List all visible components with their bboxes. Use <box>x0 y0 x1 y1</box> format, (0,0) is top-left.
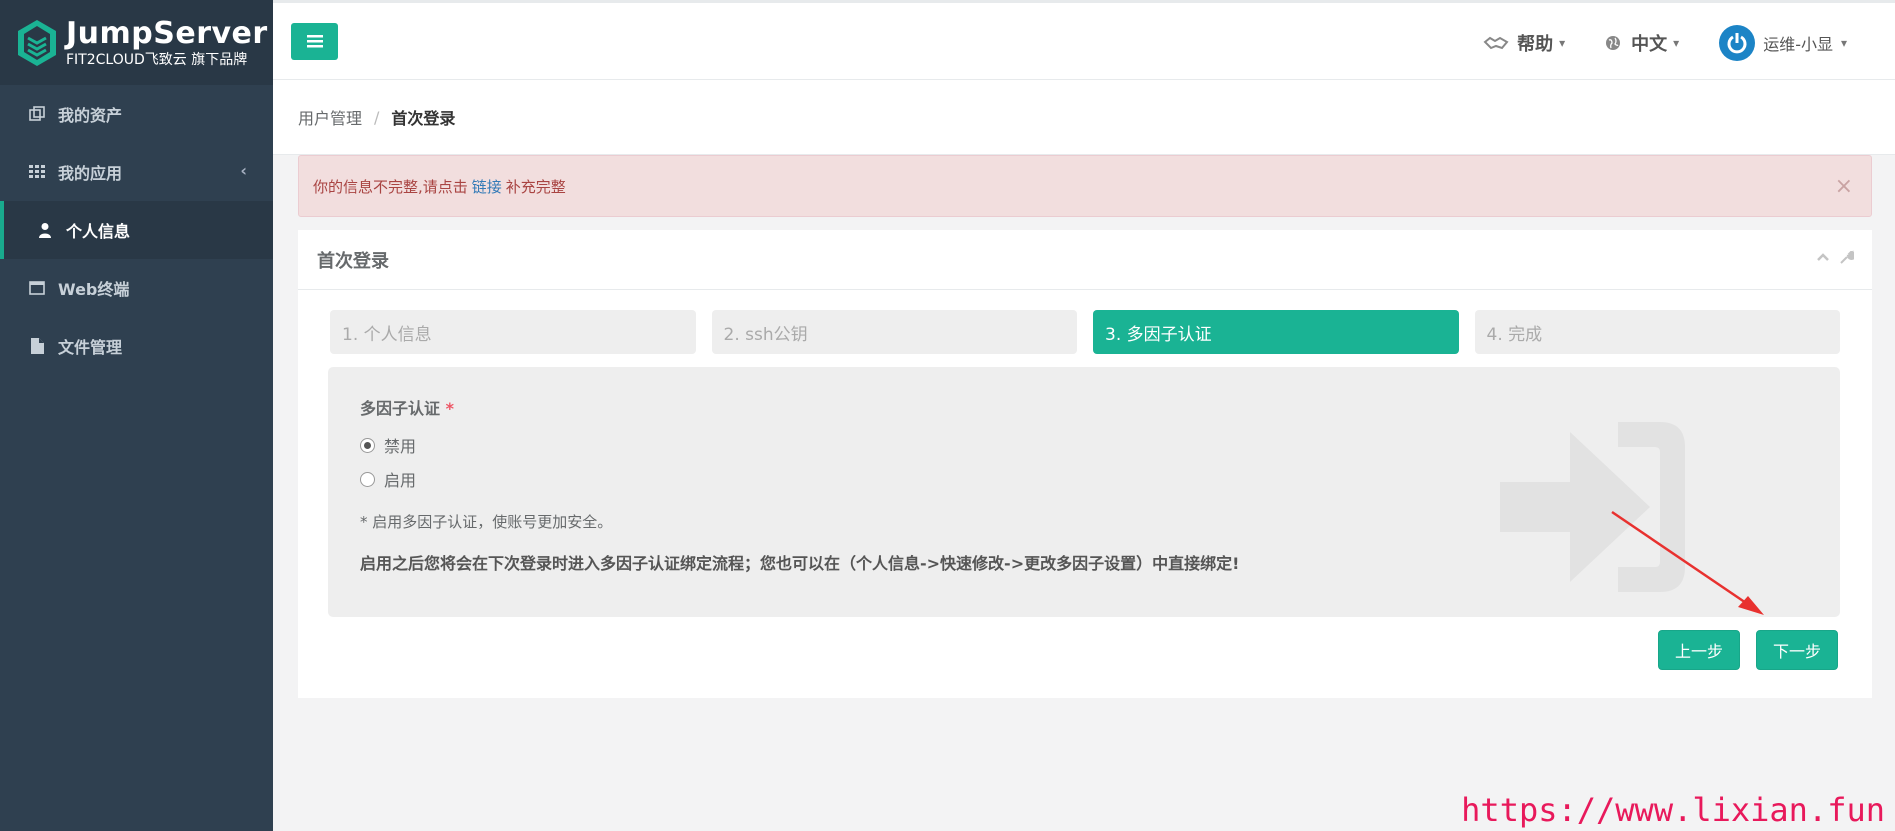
file-icon <box>28 337 46 355</box>
breadcrumb-current: 首次登录 <box>391 109 456 128</box>
language-menu[interactable]: 中文 ▾ <box>1605 30 1679 56</box>
step-finish[interactable]: 4. 完成 <box>1474 310 1840 354</box>
radio-disable-label: 禁用 <box>384 437 417 456</box>
sidebar-item-label: 我的应用 <box>58 164 123 183</box>
sidebar-item-profile[interactable]: 个人信息 <box>0 201 273 259</box>
chevron-up-icon[interactable] <box>1816 250 1830 264</box>
panel-title: 首次登录 <box>317 250 389 272</box>
breadcrumb-parent[interactable]: 用户管理 <box>298 105 362 129</box>
breadcrumb-separator: / <box>374 107 380 127</box>
menu-toggle-button[interactable] <box>291 23 338 60</box>
next-step-button[interactable]: 下一步 <box>1756 630 1838 670</box>
help-label: 帮助 <box>1517 34 1554 55</box>
brand[interactable]: JumpServer FIT2CLOUD飞致云 旗下品牌 <box>0 0 273 85</box>
alert-text-before: 你的信息不完整,请点击 <box>313 177 468 196</box>
radio-button[interactable] <box>360 471 375 487</box>
language-label: 中文 <box>1631 34 1668 55</box>
panel-tools <box>1816 250 1854 264</box>
sidebar-item-my-apps[interactable]: 我的应用 ‹ <box>0 143 273 201</box>
step-ssh-key[interactable]: 2. ssh公钥 <box>711 310 1077 354</box>
sign-in-watermark-icon <box>1500 422 1685 592</box>
alert-link[interactable]: 链接 <box>472 176 502 197</box>
chevron-left-icon: ‹ <box>240 161 247 180</box>
wizard-steps: 1. 个人信息 2. ssh公钥 3. 多因子认证 4. 完成 <box>330 310 1840 354</box>
avatar <box>1719 25 1756 61</box>
sidebar-item-label: 文件管理 <box>58 338 123 357</box>
handshake-icon <box>1483 36 1509 50</box>
power-icon <box>1727 33 1747 54</box>
sidebar-item-file-manager[interactable]: 文件管理 <box>0 317 273 375</box>
hamburger-icon <box>306 35 323 48</box>
sidebar-nav: 我的资产 我的应用 ‹ 个人信息 Web终端 文件管理 <box>0 85 273 375</box>
user-icon <box>36 221 54 239</box>
topbar-right: 帮助 ▾ 中文 ▾ 运维-小显 ▾ <box>1483 3 1895 83</box>
topbar: 帮助 ▾ 中文 ▾ 运维-小显 ▾ <box>273 0 1895 80</box>
wrench-icon[interactable] <box>1840 250 1854 264</box>
radio-button-selected[interactable] <box>360 437 375 453</box>
assets-icon <box>28 105 46 123</box>
caret-down-icon: ▾ <box>1559 36 1566 50</box>
alert-text-after: 补充完整 <box>505 177 566 196</box>
sidebar-item-web-terminal[interactable]: Web终端 <box>0 259 273 317</box>
brand-tagline: FIT2CLOUD飞致云 旗下品牌 <box>66 51 248 68</box>
step-mfa[interactable]: 3. 多因子认证 <box>1093 310 1459 354</box>
app-root: JumpServer FIT2CLOUD飞致云 旗下品牌 我的资产 我的应用 ‹ <box>0 0 1895 831</box>
caret-down-icon: ▾ <box>1840 36 1847 50</box>
user-name: 运维-小显 <box>1763 35 1833 54</box>
help-menu[interactable]: 帮助 ▾ <box>1483 30 1565 56</box>
grid-icon <box>28 163 46 181</box>
caret-down-icon: ▾ <box>1673 36 1680 50</box>
sidebar-item-label: 我的资产 <box>58 106 123 125</box>
step-personal-info[interactable]: 1. 个人信息 <box>330 310 696 354</box>
required-mark: * <box>445 399 454 418</box>
jumpserver-logo-icon <box>18 19 56 66</box>
brand-text: JumpServer FIT2CLOUD飞致云 旗下品牌 <box>66 15 268 68</box>
sidebar-item-my-assets[interactable]: 我的资产 <box>0 85 273 143</box>
breadcrumb: 用户管理 / 首次登录 <box>273 80 1895 155</box>
first-login-panel: 首次登录 1. 个人信息 2. ssh公钥 3. 多因子认证 4. 完成 多因子… <box>298 230 1872 698</box>
sidebar: JumpServer FIT2CLOUD飞致云 旗下品牌 我的资产 我的应用 ‹ <box>0 0 273 831</box>
mfa-label-text: 多因子认证 <box>360 399 441 418</box>
panel-header: 首次登录 <box>298 230 1872 290</box>
incomplete-info-alert: 你的信息不完整,请点击 链接 补充完整 × <box>298 155 1872 217</box>
globe-icon <box>1606 36 1621 50</box>
brand-name: JumpServer <box>66 15 268 51</box>
sidebar-item-label: Web终端 <box>58 280 130 299</box>
watermark-url: https://www.lixian.fun <box>1461 791 1885 829</box>
sidebar-item-label: 个人信息 <box>66 222 131 241</box>
mfa-field-label: 多因子认证 * <box>360 395 1808 419</box>
step-content: 多因子认证 * 禁用 启用 * 启用多因子认证，使账号更加安全。 启用之后您将会… <box>328 367 1840 617</box>
window-icon <box>28 279 46 297</box>
radio-enable-label: 启用 <box>384 471 417 490</box>
close-icon[interactable]: × <box>1835 174 1853 199</box>
prev-step-button[interactable]: 上一步 <box>1658 630 1740 670</box>
user-menu[interactable]: 运维-小显 ▾ <box>1719 25 1847 61</box>
